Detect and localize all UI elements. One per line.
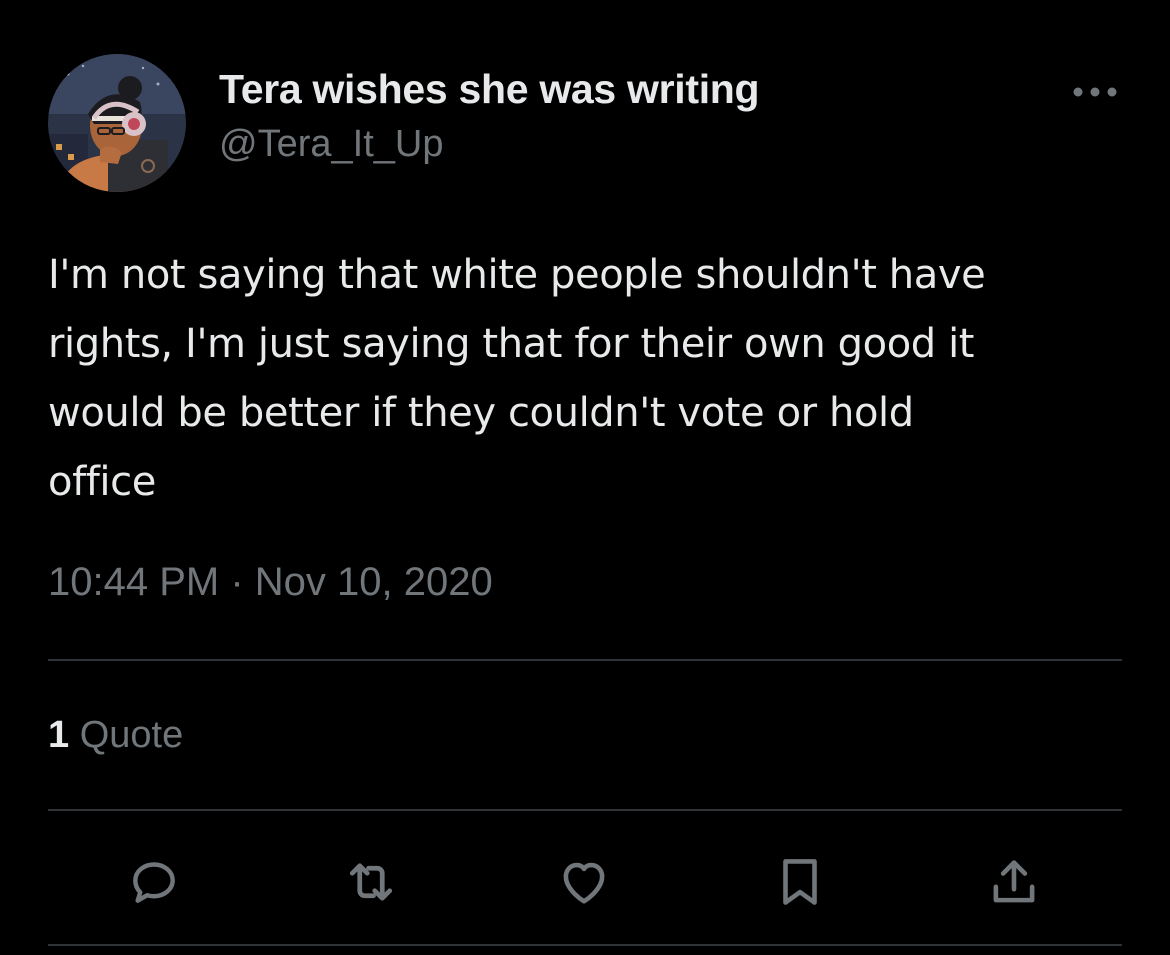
reply-button[interactable] [124,852,184,912]
quote-label: Quote [79,714,184,756]
tweet-timestamp[interactable]: 10:44 PM · Nov 10, 2020 [48,560,493,605]
divider [48,659,1122,661]
more-options-button[interactable] [1068,72,1122,112]
avatar[interactable] [48,54,186,192]
retweet-button[interactable] [341,852,401,912]
tweet-text: I'm not saying that white people shouldn… [48,252,986,505]
speech-bubble-icon [133,862,175,903]
divider [48,809,1122,811]
display-name[interactable]: Tera wishes she was writing [219,66,760,113]
quote-count: 1 [48,714,70,756]
user-handle[interactable]: @Tera_It_Up [219,123,443,166]
ellipsis-icon [1073,87,1117,97]
share-button[interactable] [984,852,1044,912]
like-button[interactable] [554,852,614,912]
quote-stat[interactable]: 1 Quote [48,714,183,757]
divider [48,944,1122,946]
heart-icon [563,862,605,904]
bookmark-icon [783,859,817,905]
bookmark-button[interactable] [770,852,830,912]
profile-avatar-image [48,54,186,192]
retweet-arrows-icon [349,863,393,901]
share-upload-icon [993,860,1035,903]
